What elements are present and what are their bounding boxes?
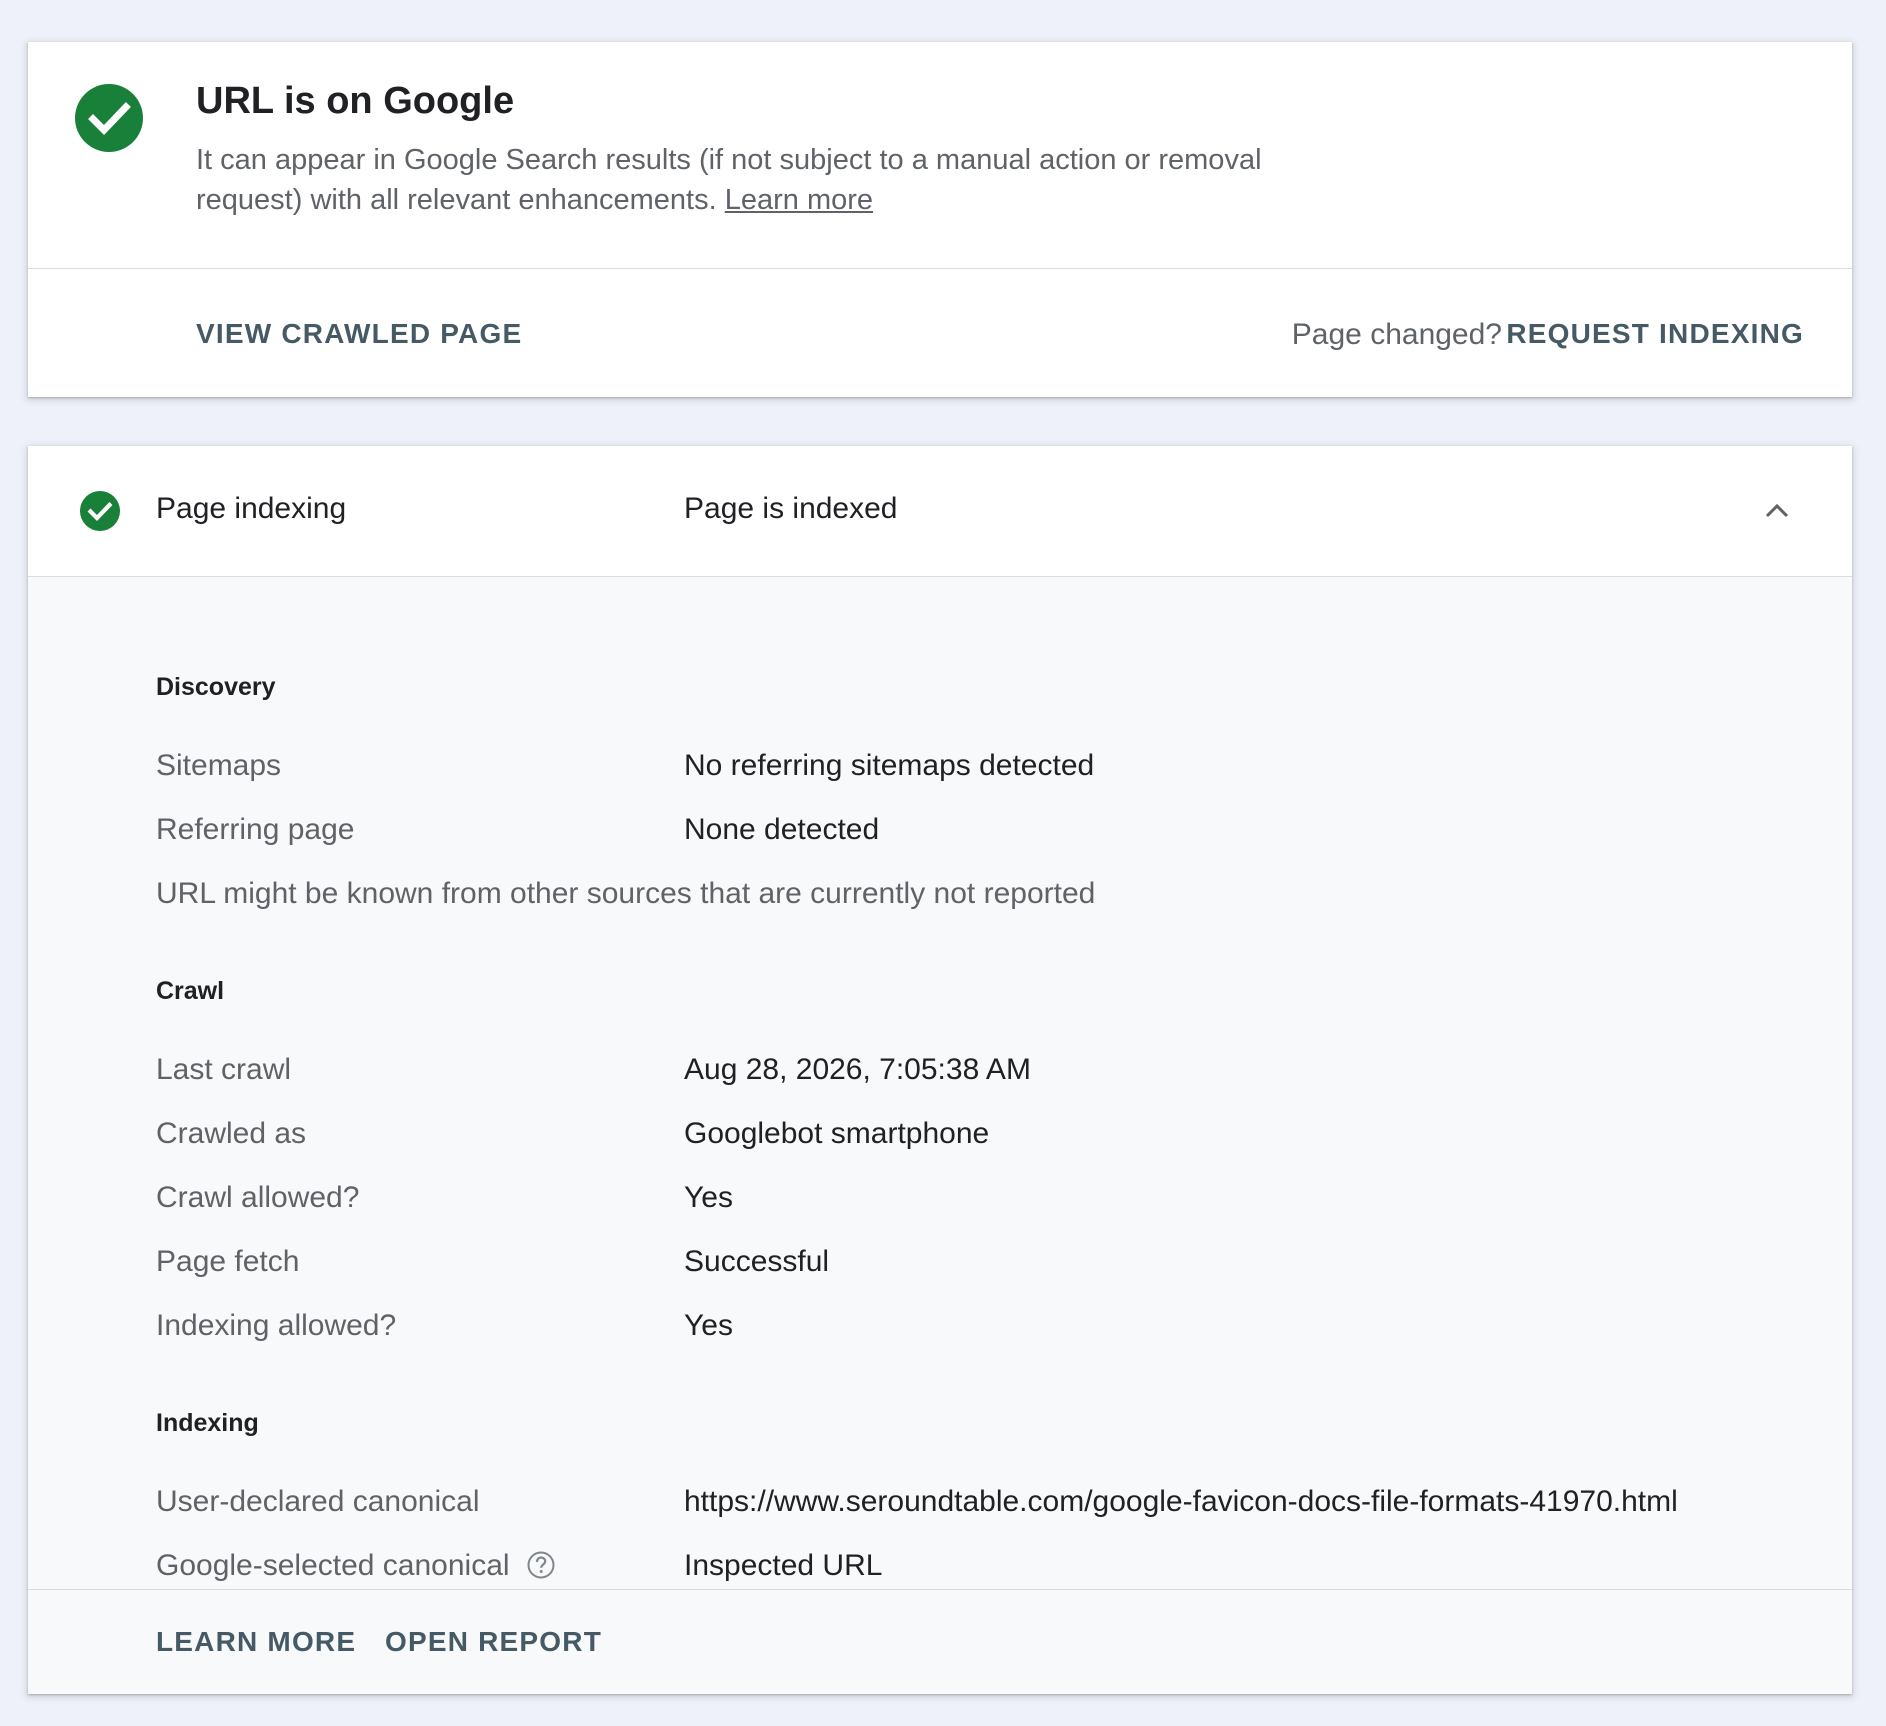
divider [28,1589,1852,1590]
row-value-google-selected-canonical: Inspected URL [684,1549,883,1582]
divider [28,268,1852,269]
row-label-crawled-as: Crawled as [156,1117,307,1150]
row-value-user-declared-canonical: https://www.seroundtable.com/google-favi… [684,1485,1678,1518]
row-label-sitemaps: Sitemaps [156,749,282,782]
page-indexing-card: Page indexing Page is indexed Discovery … [28,446,1852,1694]
row-label-indexing-allowed: Indexing allowed? [156,1309,397,1342]
chevron-up-icon[interactable] [1762,496,1792,526]
section-title-indexing: Indexing [156,1409,259,1437]
row-label-user-declared-canonical: User-declared canonical [156,1485,480,1518]
page-indexing-details: Discovery Sitemaps No referring sitemaps… [28,576,1852,1694]
google-selected-canonical-text: Google-selected canonical [156,1549,510,1582]
section-title-discovery: Discovery [156,673,276,701]
page-changed-label: Page changed? [1291,318,1502,351]
row-value-page-fetch: Successful [684,1245,830,1278]
discovery-note: URL might be known from other sources th… [156,877,1096,910]
row-label-google-selected-canonical: Google-selected canonical [156,1549,556,1583]
status-description: It can appear in Google Search results (… [196,140,1346,220]
section-title-crawl: Crawl [156,977,225,1005]
page-indexing-label: Page indexing [156,492,347,525]
url-status-card: URL is on Google It can appear in Google… [28,42,1852,397]
row-value-crawled-as: Googlebot smartphone [684,1117,990,1150]
page-indexing-status: Page is indexed [684,492,898,525]
row-label-page-fetch: Page fetch [156,1245,300,1278]
row-label-referring-page: Referring page [156,813,355,846]
row-label-last-crawl: Last crawl [156,1053,292,1086]
request-indexing-button[interactable]: REQUEST INDEXING [1506,318,1804,350]
row-value-indexing-allowed: Yes [684,1309,733,1342]
open-report-button[interactable]: OPEN REPORT [385,1626,602,1658]
check-circle-icon [80,491,120,531]
check-circle-icon [75,84,143,152]
help-icon[interactable] [526,1550,556,1580]
page-indexing-header[interactable]: Page indexing Page is indexed [28,446,1852,576]
row-label-crawl-allowed: Crawl allowed? [156,1181,360,1214]
row-value-crawl-allowed: Yes [684,1181,733,1214]
row-value-last-crawl: Aug 28, 2026, 7:05:38 AM [684,1053,1031,1086]
view-crawled-page-button[interactable]: VIEW CRAWLED PAGE [196,318,522,350]
status-title: URL is on Google [196,80,515,122]
row-value-sitemaps: No referring sitemaps detected [684,749,1095,782]
learn-more-link[interactable]: Learn more [725,184,873,216]
learn-more-button[interactable]: LEARN MORE [156,1626,356,1658]
row-value-referring-page: None detected [684,813,880,846]
